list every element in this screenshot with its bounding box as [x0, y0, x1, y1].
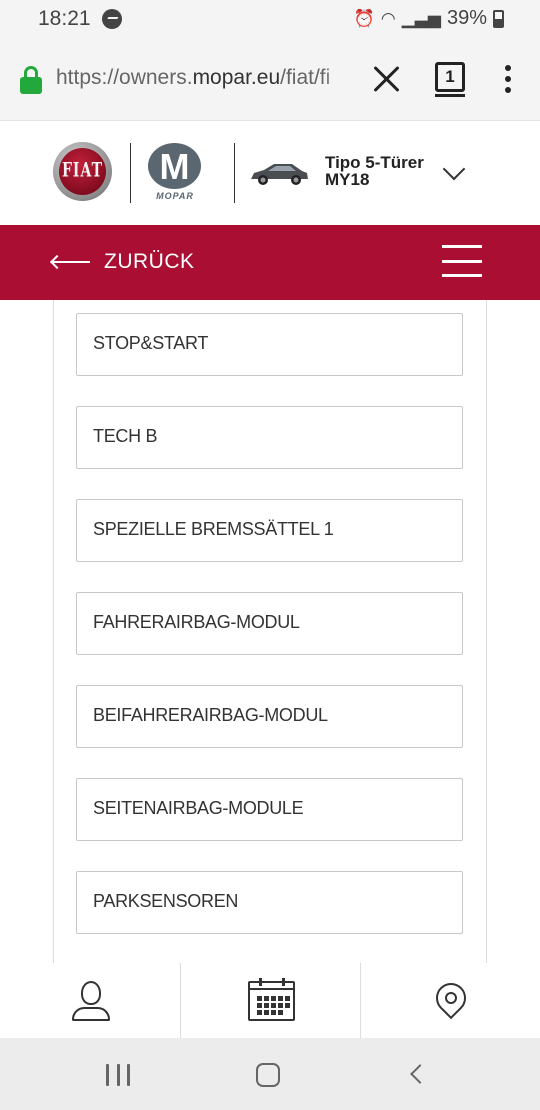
- home-icon[interactable]: [256, 1063, 280, 1087]
- menu-item-label: SEITENAIRBAG-MODULE: [93, 798, 304, 818]
- menu-item-label: STOP&START: [93, 333, 209, 353]
- back-button[interactable]: ZURÜCK: [104, 250, 195, 274]
- lock-icon[interactable]: [20, 66, 42, 94]
- wifi-icon: ◠: [380, 8, 396, 28]
- back-arrow-icon[interactable]: [52, 261, 90, 263]
- menu-item-label: PARKSENSOREN: [93, 891, 239, 911]
- alarm-icon: ⏰: [353, 8, 375, 28]
- status-icons: ⏰ ◠ ▁▃▅ 39%: [354, 7, 504, 30]
- system-nav-bar: [0, 1038, 540, 1110]
- model-name: Tipo 5-Türer: [325, 153, 424, 172]
- signal-icon: ▁▃▅: [401, 8, 441, 28]
- back-icon[interactable]: [410, 1064, 430, 1084]
- url-host: mopar.eu: [192, 66, 281, 89]
- recent-apps-icon[interactable]: [106, 1064, 130, 1086]
- model-year: MY18: [325, 170, 370, 189]
- close-icon[interactable]: [370, 62, 404, 96]
- nav-bar: ZURÜCK: [0, 225, 540, 300]
- location-pin-icon: [429, 976, 473, 1021]
- content-area: STOP&START TECH B SPEZIELLE BREMSSÄTTEL …: [0, 300, 540, 963]
- tab-switcher-button[interactable]: 1: [435, 62, 465, 97]
- logo-divider: [130, 143, 131, 203]
- status-time: 18:21: [38, 7, 91, 30]
- car-thumbnail: [251, 164, 308, 185]
- menu-item-label: TECH B: [93, 426, 158, 446]
- hamburger-menu-icon[interactable]: [442, 245, 482, 277]
- menu-item-stop-start[interactable]: STOP&START: [76, 313, 463, 376]
- user-icon: [71, 981, 111, 1021]
- calendar-icon: [248, 978, 295, 1021]
- menu-item-driver-airbag[interactable]: FAHRERAIRBAG-MODUL: [76, 592, 463, 655]
- battery-percent: 39%: [446, 7, 487, 29]
- menu-item-park-sensors[interactable]: PARKSENSOREN: [76, 871, 463, 934]
- status-bar: 18:21 ⏰ ◠ ▁▃▅ 39%: [0, 0, 540, 38]
- url-prefix: https://owners.: [56, 66, 193, 89]
- mopar-logo[interactable]: M MOPAR: [146, 143, 204, 205]
- bottom-tab-bar: [0, 963, 540, 1038]
- chevron-down-icon[interactable]: [443, 161, 463, 181]
- url-field[interactable]: https://owners.mopar.eu/fiat/fi: [56, 66, 352, 94]
- tab-account[interactable]: [0, 963, 180, 1038]
- tab-calendar[interactable]: [181, 963, 361, 1038]
- menu-item-label: BEIFAHRERAIRBAG-MODUL: [93, 705, 328, 725]
- browser-toolbar: https://owners.mopar.eu/fiat/fi 1: [0, 38, 540, 158]
- header-divider: [234, 143, 235, 203]
- menu-item-brake-calipers[interactable]: SPEZIELLE BREMSSÄTTEL 1: [76, 499, 463, 562]
- menu-item-label: FAHRERAIRBAG-MODUL: [93, 612, 300, 632]
- menu-item-passenger-airbag[interactable]: BEIFAHRERAIRBAG-MODUL: [76, 685, 463, 748]
- menu-item-label: SPEZIELLE BREMSSÄTTEL 1: [93, 519, 334, 539]
- tab-dealer-locator[interactable]: [361, 963, 540, 1038]
- site-header: FIAT M MOPAR Tipo 5-Türer MY18: [0, 120, 540, 225]
- fiat-logo[interactable]: FIAT: [53, 142, 112, 201]
- model-selector[interactable]: Tipo 5-Türer MY18: [325, 154, 445, 188]
- more-options-icon[interactable]: [504, 65, 512, 93]
- messenger-icon: [102, 9, 122, 29]
- menu-item-side-airbags[interactable]: SEITENAIRBAG-MODULE: [76, 778, 463, 841]
- menu-item-tech-b[interactable]: TECH B: [76, 406, 463, 469]
- battery-icon: [493, 9, 504, 28]
